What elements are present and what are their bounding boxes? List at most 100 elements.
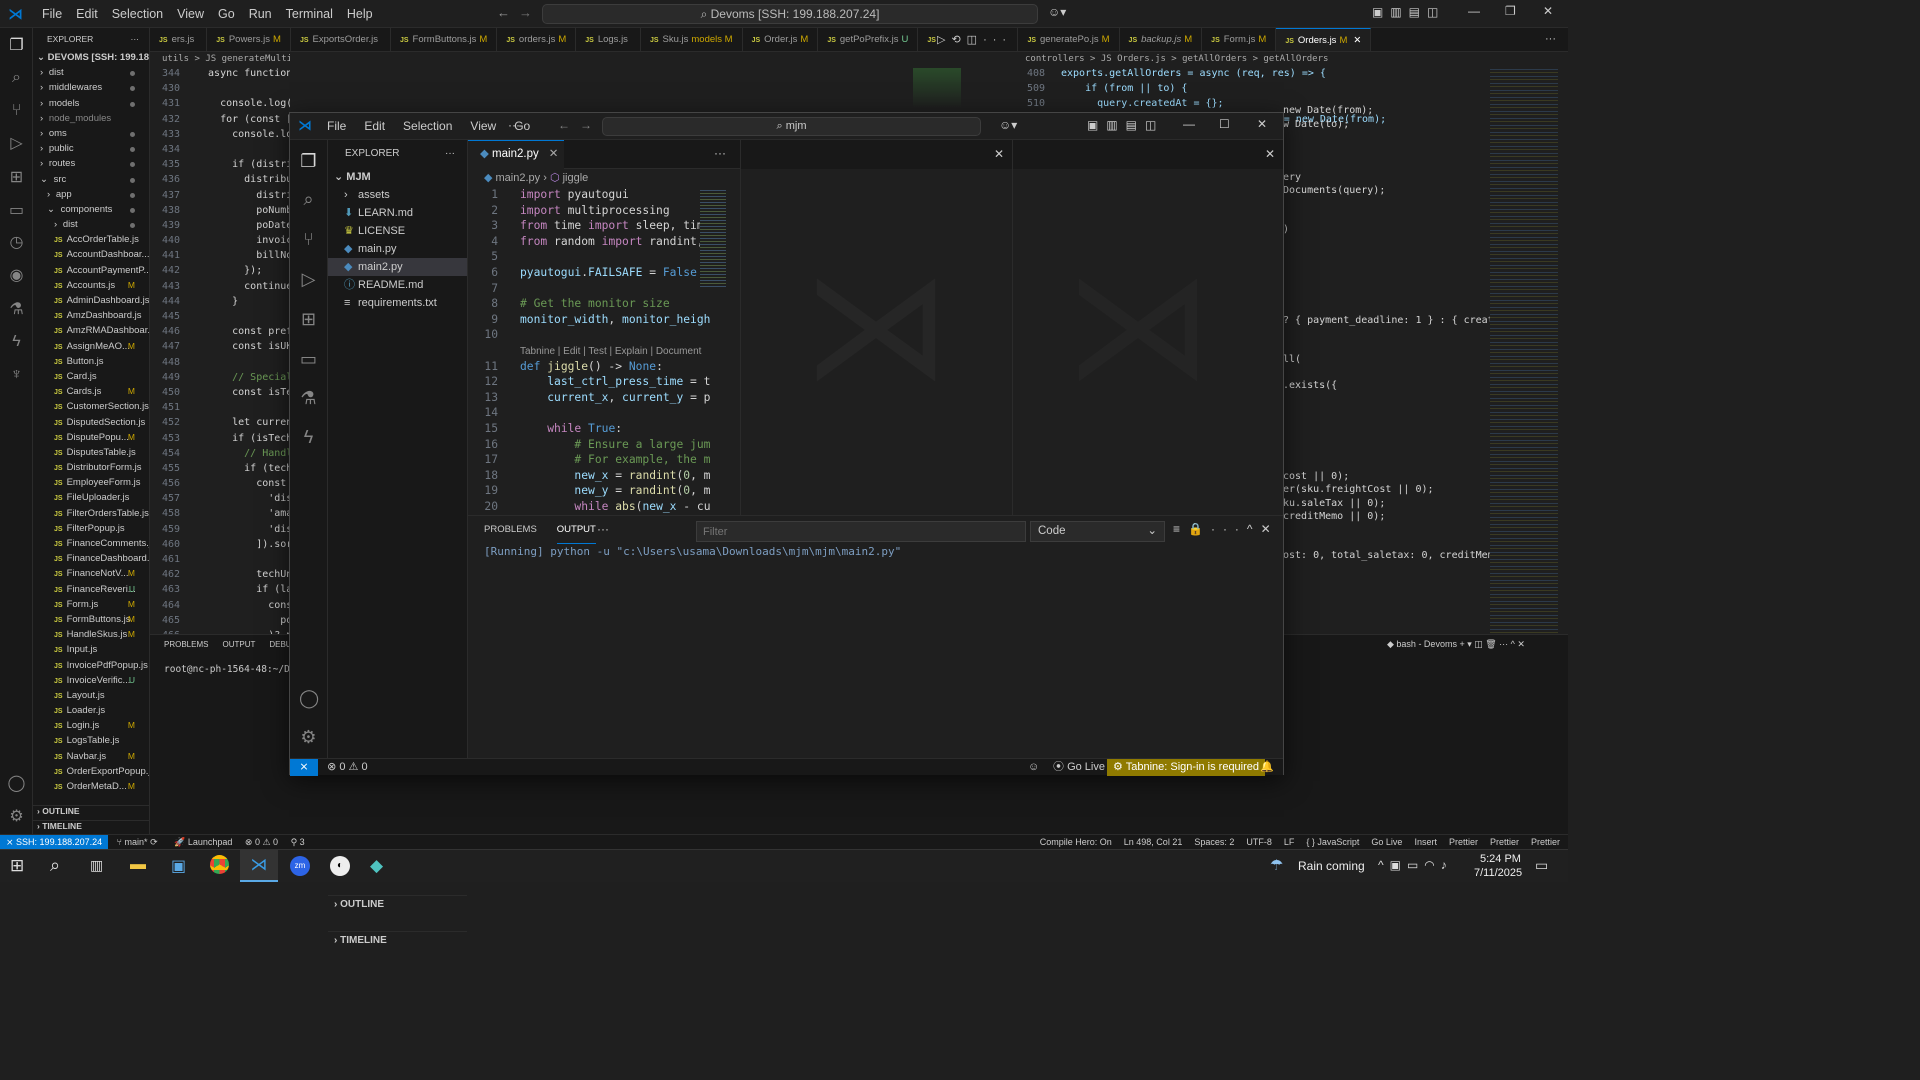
- file-item[interactable]: JS AccountPaymentP...: [33, 263, 149, 278]
- file-item[interactable]: JS DisputePopu... M: [33, 430, 149, 445]
- branch-indicator[interactable]: ⑂ main* ⟳: [117, 837, 158, 847]
- file-item[interactable]: JS Navbar.js M: [33, 749, 149, 764]
- workspace-root[interactable]: ⌄ MJM: [328, 168, 467, 186]
- folder-item[interactable]: › node_modules: [33, 111, 149, 126]
- accounts-icon[interactable]: ◯: [299, 689, 319, 708]
- vscode-taskbar-icon[interactable]: ⋊: [240, 850, 278, 882]
- file-item[interactable]: JS AssignMeAO... M: [33, 339, 149, 354]
- workspace-root[interactable]: ⌄ DEVOMS [SSH: 199.188.20...: [33, 50, 149, 65]
- status-item[interactable]: UTF-8: [1246, 835, 1272, 850]
- clock-date[interactable]: 7/11/2025: [1474, 867, 1522, 879]
- file-item[interactable]: JS FilterPopup.js: [33, 521, 149, 536]
- thunder-client-icon[interactable]: ϟ: [7, 332, 26, 351]
- editor-tab[interactable]: JS Form.js M: [1202, 28, 1277, 51]
- panel-controls[interactable]: ≡🔒···^✕: [1173, 522, 1279, 536]
- file-item[interactable]: JS OrderMetaD... M: [33, 779, 149, 794]
- go-live-button[interactable]: ⦿ Go Live: [1053, 759, 1105, 776]
- folder-item[interactable]: › middlewares: [33, 80, 149, 95]
- forward-arrow-icon[interactable]: →: [519, 5, 532, 20]
- menu-item[interactable]: Edit: [355, 119, 394, 133]
- menu-item[interactable]: Go: [211, 7, 242, 21]
- more-actions-icon[interactable]: ···: [1545, 33, 1556, 45]
- file-item[interactable]: JS Login.js M: [33, 718, 149, 733]
- file-item[interactable]: JS Layout.js: [33, 688, 149, 703]
- menu-item[interactable]: Edit: [69, 7, 105, 21]
- python-icon[interactable]: ♆: [7, 365, 26, 384]
- status-item[interactable]: Prettier: [1531, 835, 1560, 850]
- settings-gear-icon[interactable]: ⚙: [299, 728, 318, 747]
- file-item[interactable]: JS HandleSkus.js M: [33, 627, 149, 642]
- file-item[interactable]: ◆ main2.py: [328, 258, 467, 276]
- file-item[interactable]: JS InvoicePdfPopup.js: [33, 658, 149, 673]
- remote-indicator[interactable]: ⨯ SSH: 199.188.207.24: [0, 835, 109, 850]
- file-item[interactable]: JS DisputedSection.js: [33, 415, 149, 430]
- close-button[interactable]: ✕: [1543, 4, 1553, 18]
- testing-icon[interactable]: ⚗: [299, 389, 318, 408]
- menu-item[interactable]: View: [461, 119, 505, 133]
- file-item[interactable]: JS Cards.js M: [33, 384, 149, 399]
- timeline-section[interactable]: › TIMELINE: [328, 931, 467, 949]
- folder-item[interactable]: › app: [33, 187, 149, 202]
- explorer-icon[interactable]: ❐: [299, 152, 318, 171]
- file-item[interactable]: JS AccOrderTable.js: [33, 232, 149, 247]
- layout-icons[interactable]: ▣▥▤◫: [1372, 5, 1445, 19]
- outline-section[interactable]: › OUTLINE: [33, 805, 149, 816]
- command-center[interactable]: ⌕ mjm: [602, 117, 981, 136]
- file-item[interactable]: JS AmzRMADashboar...: [33, 323, 149, 338]
- file-item[interactable]: JS EmployeeForm.js: [33, 475, 149, 490]
- editor-tab[interactable]: JS generatePo.js M: [1018, 28, 1120, 51]
- file-item[interactable]: JS Form.js M: [33, 597, 149, 612]
- zoom-icon[interactable]: zm: [290, 856, 310, 876]
- more-actions-icon[interactable]: ···: [131, 28, 140, 50]
- explorer-icon[interactable]: ❐: [7, 36, 26, 55]
- compile-hero-icon[interactable]: ◉: [7, 266, 26, 285]
- copilot-icon[interactable]: ☺▾: [999, 118, 1017, 132]
- menu-item[interactable]: Selection: [105, 7, 170, 21]
- status-item[interactable]: Spaces: 2: [1194, 835, 1234, 850]
- editor-tab[interactable]: JS backup.js M: [1120, 28, 1203, 51]
- minimize-button[interactable]: —: [1468, 4, 1480, 18]
- status-item[interactable]: LF: [1284, 835, 1295, 850]
- app-icon[interactable]: ◆: [370, 856, 383, 876]
- file-item[interactable]: ⓘ README.md: [328, 276, 467, 294]
- extensions-icon[interactable]: ⊞: [7, 168, 26, 187]
- remote-indicator[interactable]: ⨯: [290, 759, 318, 776]
- file-item[interactable]: JS AdminDashboard.js: [33, 293, 149, 308]
- chrome-icon[interactable]: [210, 855, 229, 874]
- output-filter-input[interactable]: [696, 521, 1026, 542]
- menu-item[interactable]: Help: [340, 7, 380, 21]
- menu-item[interactable]: Selection: [394, 119, 461, 133]
- editor-tab[interactable]: JS Orders.js M ✕: [1276, 28, 1372, 51]
- left-editor[interactable]: utils > JS generateMultiplePOs.js > gene…: [150, 52, 290, 634]
- back-arrow-icon[interactable]: ←: [497, 5, 510, 20]
- folder-item[interactable]: › models: [33, 96, 149, 111]
- ports-indicator[interactable]: ⚲ 3: [291, 837, 305, 847]
- problems-indicator[interactable]: ⊗ 0 ⚠ 0: [245, 837, 278, 847]
- menu-item[interactable]: Run: [242, 7, 279, 21]
- thunder-client-icon[interactable]: ϟ: [299, 428, 318, 447]
- file-item[interactable]: › assets: [328, 186, 467, 204]
- file-item[interactable]: ◆ main.py: [328, 240, 467, 258]
- panel-tab[interactable]: PROBLEMS: [164, 635, 208, 655]
- folder-item[interactable]: ⌄ src: [33, 172, 149, 187]
- file-item[interactable]: JS LogsTable.js: [33, 733, 149, 748]
- panel-tab[interactable]: OUTPUT: [556, 516, 596, 544]
- minimize-button[interactable]: —: [1183, 117, 1195, 131]
- menu-item[interactable]: View: [170, 7, 211, 21]
- remote-explorer-icon[interactable]: ▭: [7, 201, 26, 220]
- panel-tab[interactable]: PROBLEMS: [484, 516, 537, 544]
- more-actions-icon[interactable]: ···: [714, 146, 726, 160]
- layout-icons[interactable]: ▣▥▤◫: [1087, 118, 1164, 132]
- front-editor[interactable]: ◆ main2.py ✕ ··· ◆ main2.py › ⬡ jiggle 1i…: [468, 140, 740, 515]
- file-item[interactable]: JS OrderExportPopup.js: [33, 764, 149, 779]
- command-center[interactable]: ⌕ Devoms [SSH: 199.188.207.24]: [542, 4, 1038, 24]
- task-view-icon[interactable]: ▥: [90, 857, 103, 874]
- file-item[interactable]: JS AmzDashboard.js: [33, 308, 149, 323]
- editor-tab[interactable]: JS ers.js: [150, 28, 208, 51]
- notifications-bell-icon[interactable]: 🔔: [1260, 759, 1274, 776]
- run-debug-icon[interactable]: ▷: [7, 134, 26, 153]
- close-tab-icon[interactable]: ✕: [1353, 35, 1361, 46]
- status-item[interactable]: Prettier: [1490, 835, 1519, 850]
- file-item[interactable]: ≡ requirements.txt: [328, 294, 467, 312]
- search-icon[interactable]: ⌕: [50, 855, 60, 876]
